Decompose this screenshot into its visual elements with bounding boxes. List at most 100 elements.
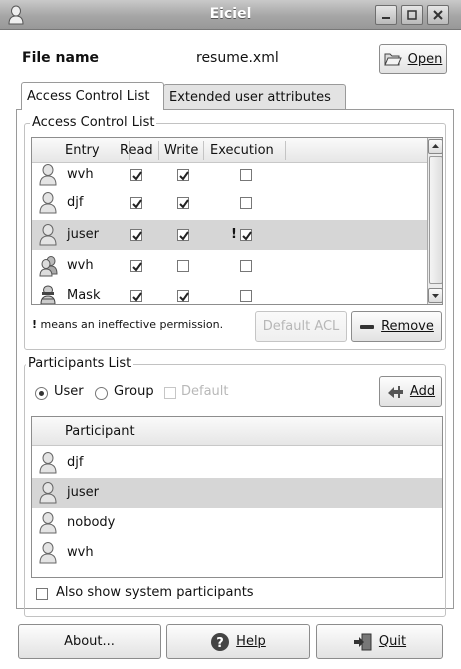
minimize-button[interactable] xyxy=(375,5,397,25)
acl-row[interactable]: Mask xyxy=(32,281,427,304)
folder-open-icon xyxy=(383,53,402,66)
ineffective-mark: ! xyxy=(231,227,237,242)
user-icon xyxy=(38,192,58,218)
user-radio[interactable] xyxy=(35,387,48,400)
participants-list[interactable]: Participant djf juser nobody wvh xyxy=(31,416,443,578)
default-checkbox[interactable] xyxy=(164,387,176,399)
acl-row[interactable]: djf xyxy=(32,188,427,218)
column-write[interactable]: Write xyxy=(164,143,198,158)
tab-extended-user-attributes[interactable]: Extended user attributes xyxy=(163,84,346,109)
acl-scrollbar[interactable] xyxy=(427,138,442,304)
file-name-label: File name xyxy=(22,50,100,66)
mask-icon xyxy=(38,285,58,304)
remove-icon xyxy=(360,324,375,329)
open-button[interactable]: Open xyxy=(379,44,447,74)
column-read[interactable]: Read xyxy=(120,143,153,158)
add-button-label: Add xyxy=(409,384,436,399)
exec-checkbox[interactable] xyxy=(240,260,252,272)
show-system-participants-label[interactable]: Also show system participants xyxy=(56,585,254,600)
exec-checkbox[interactable] xyxy=(240,229,252,241)
acl-entry-name: Mask xyxy=(67,288,101,303)
write-checkbox[interactable] xyxy=(177,169,189,181)
column-entry[interactable]: Entry xyxy=(65,143,100,158)
column-execution[interactable]: Execution xyxy=(210,143,274,158)
user-icon xyxy=(38,452,58,478)
close-button[interactable] xyxy=(427,5,449,25)
maximize-icon xyxy=(407,10,417,20)
user-icon xyxy=(38,224,58,250)
write-checkbox[interactable] xyxy=(177,290,189,302)
default-checkbox-label: Default xyxy=(181,384,229,399)
write-checkbox[interactable] xyxy=(177,197,189,209)
acl-entry-name: djf xyxy=(67,195,84,210)
remove-button[interactable]: Remove xyxy=(351,311,442,342)
ineffective-note-text: means an ineffective permission. xyxy=(40,318,224,331)
participant-row[interactable]: juser xyxy=(32,478,442,508)
user-icon xyxy=(38,512,58,538)
acl-list[interactable]: Entry Read Write Execution wvh djf juser! w… xyxy=(31,137,443,305)
read-checkbox[interactable] xyxy=(130,169,142,181)
read-checkbox[interactable] xyxy=(130,229,142,241)
file-name-value: resume.xml xyxy=(196,50,279,66)
group-radio-label[interactable]: Group xyxy=(114,384,154,399)
user-icon xyxy=(38,482,58,508)
remove-button-label: Remove xyxy=(381,319,434,334)
participant-name: juser xyxy=(67,485,99,500)
acl-entry-name: juser xyxy=(67,227,99,242)
acl-scroll-thumb[interactable] xyxy=(429,156,442,284)
tab-label: Access Control List xyxy=(27,89,150,104)
about-button[interactable]: About... xyxy=(18,624,161,659)
write-checkbox[interactable] xyxy=(177,229,189,241)
group-icon xyxy=(38,255,60,281)
exec-checkbox[interactable] xyxy=(240,197,252,209)
help-button[interactable]: ? Help xyxy=(166,624,310,659)
tab-access-control-list[interactable]: Access Control List xyxy=(21,82,164,110)
title-bar[interactable]: Eiciel xyxy=(0,0,461,30)
scroll-up-arrow[interactable] xyxy=(428,139,442,154)
read-checkbox[interactable] xyxy=(130,197,142,209)
close-icon xyxy=(433,10,443,20)
participant-row[interactable]: wvh xyxy=(32,538,442,568)
tab-label: Extended user attributes xyxy=(169,89,331,105)
help-icon: ? xyxy=(211,632,230,651)
acl-row[interactable]: wvh xyxy=(32,160,427,190)
about-button-label: About... xyxy=(64,634,115,649)
default-acl-button[interactable]: Default ACL xyxy=(255,311,347,342)
acl-entry-name: wvh xyxy=(67,258,94,273)
user-icon xyxy=(38,542,58,568)
default-acl-label: Default ACL xyxy=(262,319,340,334)
add-icon xyxy=(387,385,403,398)
scroll-down-arrow[interactable] xyxy=(428,288,442,303)
read-checkbox[interactable] xyxy=(130,260,142,272)
acl-entry-name: wvh xyxy=(67,167,94,182)
group-radio[interactable] xyxy=(95,387,108,400)
minimize-icon xyxy=(382,17,390,19)
ineffective-note: ! means an ineffective permission. xyxy=(32,318,223,331)
quit-button[interactable]: Quit xyxy=(316,624,443,659)
show-system-participants-checkbox[interactable] xyxy=(36,588,48,600)
open-button-label: Open xyxy=(407,51,443,67)
participants-frame-label: Participants List xyxy=(26,356,134,371)
exec-checkbox[interactable] xyxy=(240,290,252,302)
svg-text:?: ? xyxy=(216,636,224,651)
participant-name: djf xyxy=(67,455,84,470)
add-button[interactable]: Add xyxy=(379,376,442,407)
exec-checkbox[interactable] xyxy=(240,169,252,181)
participant-row[interactable]: nobody xyxy=(32,508,442,538)
write-checkbox[interactable] xyxy=(177,260,189,272)
quit-icon xyxy=(353,633,372,650)
maximize-button[interactable] xyxy=(401,5,423,25)
acl-frame-label: Access Control List xyxy=(30,115,157,130)
user-icon xyxy=(38,164,58,190)
read-checkbox[interactable] xyxy=(130,290,142,302)
ineffective-note-mark: ! xyxy=(32,318,38,331)
participants-list-header: Participant xyxy=(32,417,442,446)
acl-row[interactable]: wvh xyxy=(32,251,427,281)
participant-name: nobody xyxy=(67,515,116,530)
column-participant[interactable]: Participant xyxy=(65,424,135,439)
quit-button-label: Quit xyxy=(378,634,407,649)
participant-name: wvh xyxy=(67,545,94,560)
user-radio-label[interactable]: User xyxy=(54,384,84,399)
acl-row[interactable]: juser! xyxy=(32,220,427,250)
participant-row[interactable]: djf xyxy=(32,448,442,478)
